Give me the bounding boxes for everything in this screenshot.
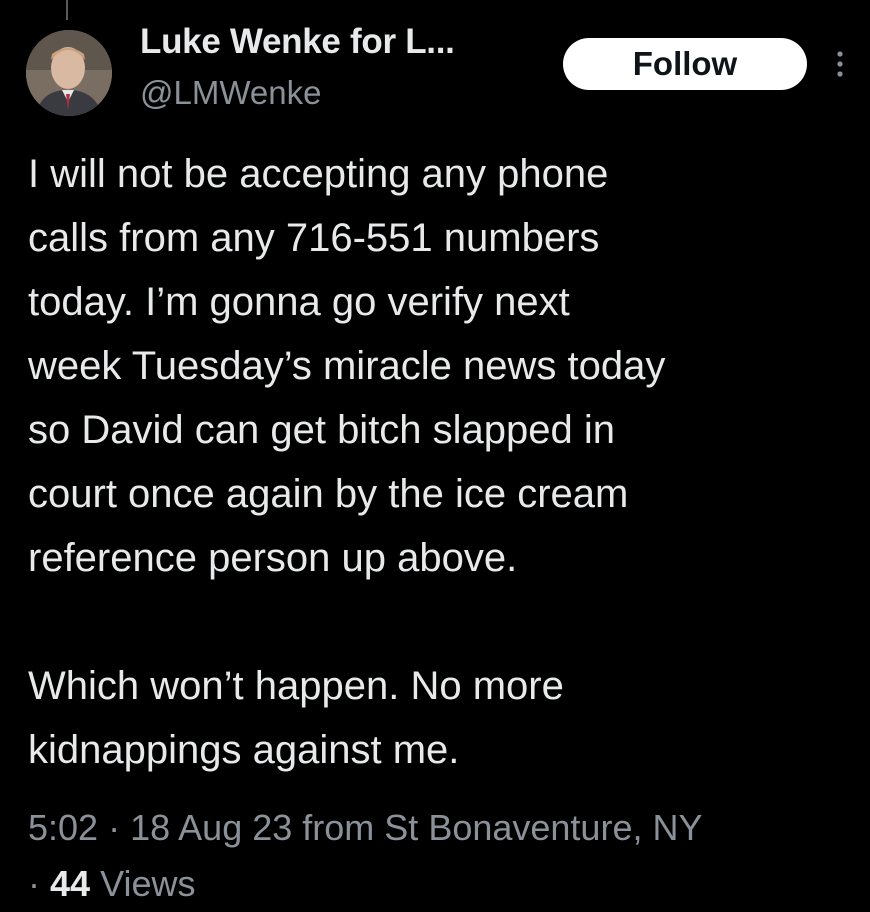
tweet-date[interactable]: 18 Aug 23 — [130, 807, 292, 848]
tweet-paragraph: Which won’t happen. No more kidnappings … — [28, 664, 564, 772]
tweet-paragraph: I will not be accepting any phone calls … — [28, 152, 666, 580]
tweet-time[interactable]: 5:02 — [28, 807, 98, 848]
views-label: Views — [100, 863, 196, 904]
author-display-name[interactable]: Luke Wenke for L... — [140, 22, 455, 62]
meta-separator: · — [28, 863, 40, 904]
views-count: 44 — [50, 863, 91, 904]
thread-connector-line — [66, 0, 68, 20]
vertical-dots-icon — [837, 51, 843, 77]
tweet-text: I will not be accepting any phone calls … — [28, 142, 858, 782]
meta-separator: · — [108, 807, 121, 848]
tweet-location: from St Bonaventure, NY — [302, 807, 703, 848]
author-avatar[interactable] — [26, 30, 112, 116]
more-options-button[interactable] — [828, 46, 852, 82]
avatar-photo-icon — [26, 30, 112, 116]
author-handle[interactable]: @LMWenke — [140, 74, 321, 112]
tweet-metadata: 5:02 · 18 Aug 23 from St Bonaventure, NY… — [28, 800, 858, 912]
follow-button[interactable]: Follow — [563, 38, 807, 90]
